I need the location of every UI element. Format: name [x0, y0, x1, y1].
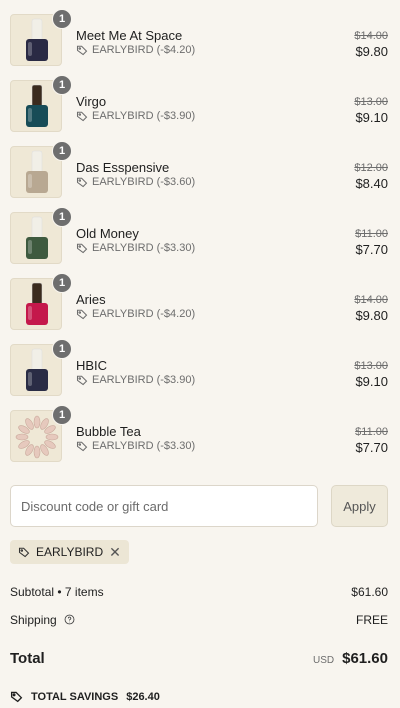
cart-item: 1 Virgo EARLYBIRD (-$3.90) $13.00 $9.10 [10, 75, 390, 146]
help-circle-icon[interactable] [64, 614, 75, 625]
original-price: $12.00 [354, 162, 388, 174]
product-name: Bubble Tea [76, 424, 141, 439]
product-name: Old Money [76, 226, 139, 241]
quantity-badge: 1 [52, 75, 72, 95]
tag-icon [76, 111, 88, 122]
total-row: Total USD $61.60 [10, 650, 388, 667]
subtotal-label: Subtotal • 7 items [10, 585, 104, 599]
cart-item: 1 Old Money EARLYBIRD (-$3.30) $11.00 $7… [10, 207, 390, 278]
discounted-price: $9.10 [355, 374, 388, 389]
shipping-value: FREE [355, 613, 388, 627]
savings-tag-icon [10, 691, 23, 703]
product-name: HBIC [76, 358, 108, 373]
applied-discount-code: EARLYBIRD [36, 545, 104, 559]
quantity-badge: 1 [52, 405, 72, 425]
cart-item: 1 Meet Me At Space EARLYBIRD (-$4.20) $1… [10, 9, 390, 80]
applied-discount-chip: EARLYBIRD ✕ [10, 540, 129, 564]
item-discount: EARLYBIRD (-$4.20) [76, 308, 195, 320]
product-name: Das Esspensive [76, 160, 170, 175]
original-price: $11.00 [355, 228, 388, 240]
discount-code-row: Apply [10, 485, 388, 527]
shipping-row: Shipping FREE [10, 613, 388, 627]
original-price: $13.00 [354, 96, 388, 108]
item-discount: EARLYBIRD (-$3.60) [76, 176, 195, 188]
cart-item: 1 Das Esspensive EARLYBIRD (-$3.60) $12.… [10, 141, 390, 212]
item-discount-label: EARLYBIRD (-$3.90) [92, 374, 196, 386]
quantity-badge: 1 [52, 339, 72, 359]
cart-item: 1 Bubble Tea EARLYBIRD (-$3.30) $11.00 $… [10, 405, 390, 476]
tag-icon [76, 45, 88, 56]
original-price: $14.00 [354, 294, 388, 306]
subtotal-row: Subtotal • 7 items $61.60 [10, 585, 388, 599]
original-price: $13.00 [354, 360, 388, 372]
apply-button[interactable]: Apply [331, 485, 388, 527]
tag-icon [76, 441, 88, 452]
item-discount-label: EARLYBIRD (-$4.20) [92, 44, 196, 56]
quantity-badge: 1 [52, 207, 72, 227]
shipping-label: Shipping [10, 613, 57, 627]
savings-value: $26.40 [126, 690, 160, 703]
quantity-badge: 1 [52, 141, 72, 161]
tag-icon [76, 177, 88, 188]
product-name: Virgo [76, 94, 107, 109]
item-discount: EARLYBIRD (-$3.30) [76, 440, 195, 452]
discounted-price: $7.70 [355, 242, 388, 257]
cart-items-list: 1 Meet Me At Space EARLYBIRD (-$4.20) $1… [10, 9, 390, 476]
item-discount: EARLYBIRD (-$3.30) [76, 242, 195, 254]
tag-icon [18, 547, 30, 558]
total-amount: $61.60 [342, 650, 388, 667]
discounted-price: $7.70 [355, 440, 388, 455]
item-discount-label: EARLYBIRD (-$4.20) [92, 308, 196, 320]
discounted-price: $9.10 [355, 110, 388, 125]
total-label: Total [10, 650, 45, 667]
cart-item: 1 Aries EARLYBIRD (-$4.20) $14.00 $9.80 [10, 273, 390, 344]
tag-icon [76, 309, 88, 320]
currency-code: USD [312, 655, 335, 666]
remove-discount-close-icon[interactable]: ✕ [109, 544, 121, 561]
product-name: Aries [76, 292, 106, 307]
subtotal-value: $61.60 [351, 585, 388, 599]
tag-icon [76, 243, 88, 254]
item-discount-label: EARLYBIRD (-$3.30) [92, 440, 196, 452]
item-discount-label: EARLYBIRD (-$3.90) [92, 110, 196, 122]
item-discount: EARLYBIRD (-$3.90) [76, 374, 195, 386]
item-discount: EARLYBIRD (-$3.90) [76, 110, 195, 122]
quantity-badge: 1 [52, 273, 72, 293]
discounted-price: $8.40 [355, 176, 388, 191]
shipping-label-wrap: Shipping [10, 613, 75, 627]
original-price: $11.00 [355, 426, 388, 438]
total-amount-wrap: USD $61.60 [313, 650, 388, 667]
original-price: $14.00 [354, 30, 388, 42]
item-discount-label: EARLYBIRD (-$3.60) [92, 176, 196, 188]
discounted-price: $9.80 [355, 44, 388, 59]
quantity-badge: 1 [52, 9, 72, 29]
cart-item: 1 HBIC EARLYBIRD (-$3.90) $13.00 $9.10 [10, 339, 390, 410]
total-savings: TOTAL SAVINGS $26.40 [10, 690, 160, 703]
discounted-price: $9.80 [355, 308, 388, 323]
item-discount: EARLYBIRD (-$4.20) [76, 44, 195, 56]
tag-icon [76, 375, 88, 386]
discount-code-input[interactable] [10, 485, 318, 527]
item-discount-label: EARLYBIRD (-$3.30) [92, 242, 196, 254]
product-name: Meet Me At Space [76, 28, 183, 43]
savings-label: TOTAL SAVINGS [31, 690, 119, 703]
